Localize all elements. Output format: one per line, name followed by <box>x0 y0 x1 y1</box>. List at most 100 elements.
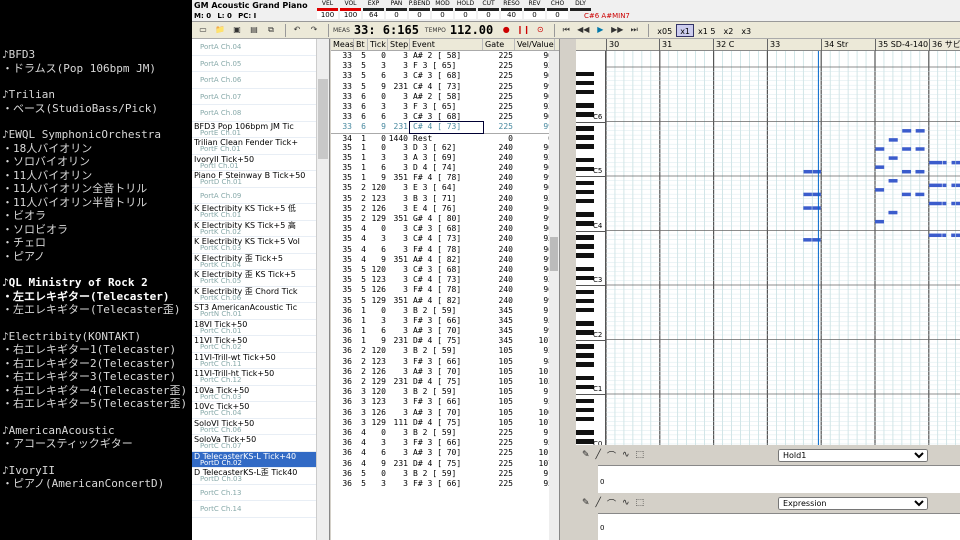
event-row[interactable]: 36533F# 3 [ 66]22595 <box>331 479 559 489</box>
ruler-mark[interactable]: 35 SD-4-140 <box>875 39 928 51</box>
midi-note[interactable] <box>951 233 956 238</box>
event-row[interactable]: 3521233B 3 [ 71]24093 <box>331 194 559 204</box>
event-row[interactable]: 3549351A# 4 [ 82]24099 <box>331 255 559 265</box>
track-row[interactable]: PortA Ch.05 <box>192 56 329 72</box>
tempo-readout[interactable]: 112.00 <box>450 23 493 37</box>
skip-end-icon[interactable]: ⏭ <box>627 23 641 37</box>
event-row[interactable]: 3551203C# 3 [ 68]24090 <box>331 265 559 275</box>
meter-cut[interactable]: CUT 0 <box>477 0 500 19</box>
black-key[interactable] <box>576 157 594 163</box>
event-row[interactable]: 36403B 2 [ 59]22591 <box>331 428 559 438</box>
hold-lane[interactable]: 0 <box>598 465 960 493</box>
midi-note[interactable] <box>875 219 884 224</box>
ruler-mark[interactable]: 33 <box>767 39 780 51</box>
track-row[interactable]: PortC Ch.13 <box>192 485 329 501</box>
record-pause-icon[interactable]: ❙❙ <box>516 23 530 37</box>
curve-tool-icon[interactable]: ⌒ <box>607 449 616 462</box>
black-key[interactable] <box>576 384 594 390</box>
track-row[interactable]: D TelecasterKS-L歪 Tick40 PortD Ch.03 <box>192 468 329 485</box>
ruler-mark[interactable]: 32 C <box>713 39 734 51</box>
meter-rev[interactable]: REV 0 <box>523 0 546 19</box>
black-key[interactable] <box>576 180 594 186</box>
save-icon[interactable]: ▣ <box>230 23 244 37</box>
midi-note[interactable] <box>901 192 911 197</box>
track-scroll-thumb[interactable] <box>318 79 328 159</box>
zoom-button[interactable]: x2 <box>719 24 737 37</box>
measure-ruler[interactable]: 30 31 32 C 33 34 Str 35 SD-4-140 36 サビ <box>576 39 960 51</box>
event-row[interactable]: 36503B 2 [ 59]22591 <box>331 469 559 479</box>
meter-exp[interactable]: EXP 64 <box>362 0 385 19</box>
black-key[interactable] <box>576 198 594 204</box>
event-row[interactable]: 35163D 4 [ 74]24096 <box>331 163 559 173</box>
event-row[interactable]: 33603A# 2 [ 58]22590 <box>331 92 559 102</box>
event-row[interactable]: 3369231C# 4 [ 73]22599 <box>331 121 559 134</box>
event-row[interactable]: 3519351F# 4 [ 78]24099 <box>331 173 559 183</box>
new-file-icon[interactable]: ▭ <box>196 23 210 37</box>
midi-note[interactable] <box>915 169 925 174</box>
event-row[interactable]: 36 3 129 111 D# 4 [ 75] 105 107 <box>331 418 559 428</box>
event-row[interactable]: 35463F# 4 [ 78]24096 <box>331 245 559 255</box>
black-key[interactable] <box>576 407 594 413</box>
midi-note[interactable] <box>812 192 821 197</box>
event-row[interactable]: 352129351G# 4 [ 80]24099 <box>331 214 559 224</box>
track-row[interactable]: PortA Ch.06 <box>192 72 329 89</box>
black-key[interactable] <box>576 112 594 117</box>
midi-note[interactable] <box>951 183 956 188</box>
zoom-button[interactable]: x05 <box>653 24 676 37</box>
event-row[interactable]: 3551263F# 4 [ 78]24096 <box>331 285 559 295</box>
midi-note[interactable] <box>915 129 925 133</box>
piano-keyboard[interactable]: C6 C5 C4 C3 C2 C1 C0 <box>576 51 606 445</box>
midi-note[interactable] <box>915 192 925 197</box>
black-key[interactable] <box>576 362 594 367</box>
column-header[interactable]: Meas <box>331 39 354 50</box>
track-row[interactable]: 18VI Tick+50 PortC Ch.01 <box>192 320 329 336</box>
open-folder-icon[interactable]: 📁 <box>213 23 227 37</box>
meter-cho[interactable]: CHO 0 <box>546 0 569 19</box>
print-icon[interactable]: ▤ <box>247 23 261 37</box>
black-key[interactable] <box>576 439 594 444</box>
midi-note[interactable] <box>803 169 813 174</box>
black-key[interactable] <box>576 430 594 435</box>
track-row[interactable]: SoloVa Tick+50 PortC Ch.07 <box>192 435 329 452</box>
event-row[interactable]: 33663C# 3 [ 68]22596 <box>331 112 559 122</box>
event-row[interactable]: 3631233F# 3 [ 66]10595 <box>331 397 559 407</box>
curve-tool-icon[interactable]: ⌒ <box>607 497 616 510</box>
track-row[interactable]: 11VI Tick+50 PortC Ch.02 <box>192 336 329 353</box>
column-header[interactable]: Event <box>410 39 483 50</box>
event-scroll-thumb[interactable] <box>550 237 558 271</box>
event-row[interactable]: 36433F# 3 [ 66]22595 <box>331 438 559 448</box>
black-key[interactable] <box>576 307 594 313</box>
black-key[interactable] <box>576 144 594 149</box>
midi-note[interactable] <box>875 165 885 169</box>
event-row[interactable]: 3621203B 2 [ 59]10592 <box>331 346 559 356</box>
meter-p-bend[interactable]: P.BEND 0 <box>408 0 431 19</box>
expression-lane[interactable]: 0 <box>598 513 960 540</box>
undo-icon[interactable]: ↶ <box>290 23 304 37</box>
event-row[interactable]: 3521263E 4 [ 76]24096 <box>331 204 559 214</box>
track-row[interactable]: PortC Ch.14 <box>192 501 329 518</box>
event-scrollbar[interactable] <box>549 51 559 540</box>
event-row[interactable]: 33633F 3 [ 65]22593 <box>331 102 559 112</box>
midi-note[interactable] <box>928 233 942 238</box>
ruler-mark[interactable]: 30 <box>606 39 619 51</box>
midi-note[interactable] <box>888 156 898 160</box>
rewind-icon[interactable]: ◀◀ <box>576 23 590 37</box>
fast-forward-icon[interactable]: ▶▶ <box>610 23 624 37</box>
midi-note[interactable] <box>803 192 812 197</box>
event-row[interactable]: 35133A 3 [ 69]24093 <box>331 153 559 163</box>
midi-note[interactable] <box>812 238 821 242</box>
track-row[interactable]: K Electribity KS Tick+5 Vol PortK Ch.03 <box>192 237 329 254</box>
midi-note[interactable] <box>955 233 960 238</box>
play-icon[interactable]: ▶ <box>593 23 607 37</box>
midi-note[interactable] <box>902 129 912 133</box>
meter-hold[interactable]: HOLD 0 <box>454 0 477 19</box>
line-tool-icon[interactable]: ╱ <box>596 498 601 508</box>
black-key[interactable] <box>576 321 594 326</box>
event-row[interactable]: 36 3 126 3 A# 3 [ 70] 105 100 <box>331 408 559 418</box>
event-row[interactable]: 36 2 126 3 A# 3 [ 70] 105 101 <box>331 367 559 377</box>
event-row[interactable]: 33503A# 2 [ 58]22590 <box>331 51 559 61</box>
midi-note[interactable] <box>929 183 942 188</box>
midi-note[interactable] <box>875 147 885 151</box>
record-icon[interactable]: ● <box>499 23 513 37</box>
track-row[interactable]: D TelecasterKS-L Tick+40PortD Ch.02🔊 <box>192 451 329 468</box>
